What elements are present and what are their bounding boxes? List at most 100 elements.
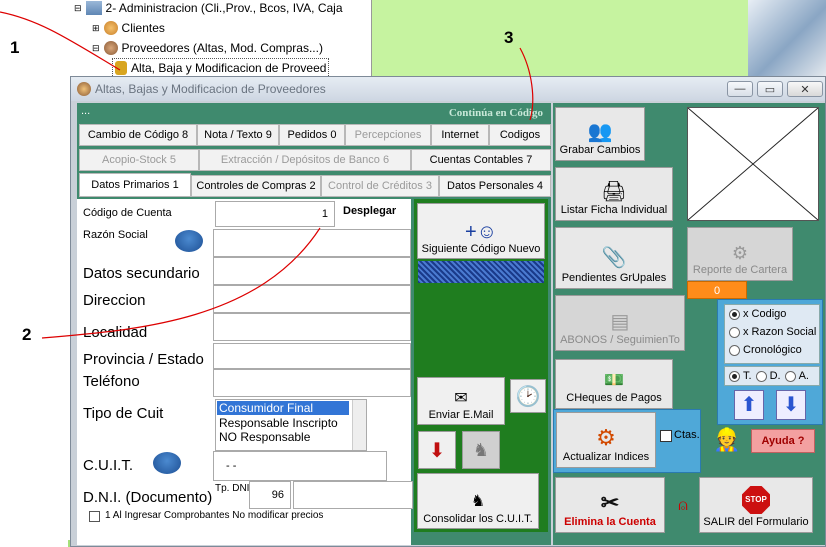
arrow-up-button[interactable]: ⬆ bbox=[734, 390, 764, 420]
radio-icon bbox=[729, 326, 740, 338]
enviar-email-button[interactable]: ✉ Enviar E.Mail bbox=[417, 377, 505, 425]
radio-icon bbox=[784, 370, 796, 382]
ayuda-button[interactable]: Ayuda ? bbox=[751, 429, 815, 453]
tab-percepciones[interactable]: Percepciones bbox=[345, 124, 431, 146]
ctas-label: Ctas. bbox=[674, 429, 700, 441]
photo-placeholder bbox=[687, 107, 819, 221]
listar-ficha-button[interactable]: 🖨 Listar Ficha Individual bbox=[555, 167, 673, 221]
datos-secundario-input[interactable] bbox=[213, 257, 411, 285]
tree-item-administracion[interactable]: ⊟ 2- Administracion (Cli.,Prov., Bcos, I… bbox=[74, 0, 343, 18]
order-options-box: x Codigo x Razon Social Cronológico T. D… bbox=[717, 299, 823, 425]
radio-icon bbox=[729, 370, 740, 382]
collapse-icon[interactable]: ⊟ bbox=[92, 43, 100, 54]
scissors-icon: ✂ bbox=[600, 490, 620, 515]
tab-pedidos[interactable]: Pedidos 0 bbox=[279, 124, 345, 146]
list-item[interactable]: Consumidor Final bbox=[217, 401, 349, 415]
pendientes-grupales-button[interactable]: 📎 Pendientes GrUpales bbox=[555, 227, 673, 289]
reporte-cartera-button[interactable]: ⚙ Reporte de Cartera bbox=[687, 227, 793, 281]
proveedores-window: Altas, Bajas y Modificacion de Proveedor… bbox=[70, 76, 826, 547]
siguiente-codigo-button[interactable]: +☺ Siguiente Código Nuevo bbox=[417, 203, 545, 259]
agent-button[interactable]: ♞ bbox=[462, 431, 500, 469]
right-panel: 👥 Grabar Cambios 🖨 Listar Ficha Individu… bbox=[553, 103, 825, 545]
window-titlebar[interactable]: Altas, Bajas y Modificacion de Proveedor… bbox=[71, 77, 825, 101]
consolidar-cuit-button[interactable]: ♞ Consolidar los C.U.I.T. bbox=[417, 473, 539, 529]
provincia-input[interactable] bbox=[213, 343, 411, 369]
tab-cuentas-contables[interactable]: Cuentas Contables 7 bbox=[411, 149, 551, 171]
filter-d[interactable]: D. bbox=[755, 367, 781, 385]
cuit-input[interactable]: - - bbox=[213, 451, 387, 481]
phone-button[interactable]: ⬇ bbox=[418, 431, 456, 469]
localidad-input[interactable] bbox=[213, 313, 411, 341]
tab-extraccion[interactable]: Extracción / Depósitos de Banco 6 bbox=[199, 149, 411, 171]
filter-t[interactable]: T. bbox=[729, 367, 752, 385]
filter-a[interactable]: A. bbox=[784, 367, 809, 385]
localidad-label: Localidad bbox=[83, 324, 148, 341]
tab-datos-personales[interactable]: Datos Personales 4 bbox=[439, 175, 551, 197]
gear-icon: ⚙ bbox=[596, 425, 616, 450]
dni-label: D.N.I. (Documento) bbox=[83, 489, 213, 506]
expand-icon[interactable]: ⊞ bbox=[92, 23, 100, 34]
stop-icon: STOP bbox=[742, 486, 770, 514]
filter-radio-group: T. D. A. bbox=[724, 366, 820, 386]
web-icon[interactable] bbox=[153, 452, 181, 474]
tab-internet[interactable]: Internet bbox=[431, 124, 489, 146]
close-button[interactable]: ✕ bbox=[787, 81, 823, 97]
tab-codigos[interactable]: Codigos bbox=[489, 124, 551, 146]
order-cronologico[interactable]: Cronológico bbox=[729, 341, 819, 359]
tab-datos-primarios[interactable]: Datos Primarios 1 bbox=[79, 173, 191, 197]
no-modificar-label: 1 Al Ingresar Comprobantes No modificar … bbox=[105, 510, 324, 521]
tipo-cuit-list[interactable]: Consumidor Final Responsable Inscripto N… bbox=[215, 399, 367, 451]
reporte-count-badge: 0 bbox=[687, 281, 747, 299]
tab-control-creditos[interactable]: Control de Créditos 3 bbox=[321, 175, 439, 197]
pattern-bar bbox=[418, 261, 544, 283]
codigo-input[interactable]: 1 bbox=[215, 201, 335, 227]
paperclip-icon: 📎 bbox=[601, 247, 627, 269]
people-icon bbox=[103, 41, 118, 55]
no-modificar-checkbox[interactable] bbox=[89, 511, 100, 522]
telefono-input[interactable] bbox=[213, 369, 411, 397]
order-radio-group: x Codigo x Razon Social Cronológico bbox=[724, 304, 820, 364]
collapse-icon[interactable]: ⊟ bbox=[74, 3, 82, 14]
tree-item-proveedores[interactable]: ⊟ Proveedores (Altas, Mod. Compras...) bbox=[92, 38, 323, 58]
list-item[interactable]: Responsable Inscripto bbox=[216, 416, 366, 430]
razon-social-input[interactable] bbox=[213, 229, 411, 257]
elimina-cuenta-button[interactable]: ✂ Elimina la Cuenta bbox=[555, 477, 665, 533]
list-item[interactable]: NO Responsable bbox=[216, 430, 366, 444]
cuit-label: C.U.I.T. bbox=[83, 457, 134, 474]
tab-acopio-stock[interactable]: Acopio-Stock 5 bbox=[79, 149, 199, 171]
direccion-label: Direccion bbox=[83, 292, 146, 309]
dni-input[interactable] bbox=[293, 481, 413, 509]
clock-button[interactable]: 🕑 bbox=[510, 379, 546, 413]
cheques-pagos-button[interactable]: 💵 CHeques de Pagos bbox=[555, 359, 673, 409]
salir-formulario-button[interactable]: STOP SALIR del Formulario bbox=[699, 477, 813, 533]
tab-nota-texto[interactable]: Nota / Texto 9 bbox=[197, 124, 279, 146]
tab-cambio-codigo[interactable]: Cambio de Código 8 bbox=[79, 124, 197, 146]
abonos-button[interactable]: ▤ ABONOS / SeguimienTo bbox=[555, 295, 685, 351]
order-by-codigo[interactable]: x Codigo bbox=[729, 305, 819, 323]
worker-icon[interactable]: 👷 bbox=[709, 427, 745, 465]
list-scrollbar[interactable] bbox=[352, 400, 366, 450]
action-panel: +☺ Siguiente Código Nuevo ✉ Enviar E.Mai… bbox=[414, 199, 548, 532]
arrow-down-button[interactable]: ⬇ bbox=[776, 390, 806, 420]
annotation-2: 2 bbox=[22, 325, 32, 344]
minimize-button[interactable]: — bbox=[727, 81, 753, 97]
actualizar-indices-button[interactable]: ⚙ Actualizar Indices bbox=[556, 412, 656, 468]
order-by-razon-social[interactable]: x Razon Social bbox=[729, 323, 819, 341]
empty-image-icon bbox=[687, 107, 819, 221]
actualizar-box: ⚙ Actualizar Indices Ctas. bbox=[553, 409, 701, 473]
tab-controles-compras[interactable]: Controles de Compras 2 bbox=[191, 175, 321, 197]
desplegar-button[interactable]: Desplegar bbox=[343, 205, 396, 217]
grabar-cambios-button[interactable]: 👥 Grabar Cambios bbox=[555, 107, 645, 161]
desktop-photo bbox=[748, 0, 826, 76]
tree-item-clientes[interactable]: ⊞ Clientes bbox=[92, 18, 165, 38]
add-user-icon: +☺ bbox=[464, 221, 498, 243]
tree-item-alta-baja[interactable]: Alta, Baja y Modificacion de Proveed bbox=[112, 58, 330, 78]
provincia-label: Provincia / Estado bbox=[83, 351, 204, 368]
web-icon[interactable] bbox=[175, 230, 203, 252]
direccion-input[interactable] bbox=[213, 285, 411, 313]
ctas-checkbox[interactable] bbox=[660, 430, 672, 442]
radio-icon bbox=[755, 370, 767, 382]
tp-dni-input[interactable]: 96 bbox=[249, 481, 291, 509]
maximize-button[interactable]: ▭ bbox=[757, 81, 783, 97]
spy-icon: ♞ bbox=[470, 493, 486, 510]
